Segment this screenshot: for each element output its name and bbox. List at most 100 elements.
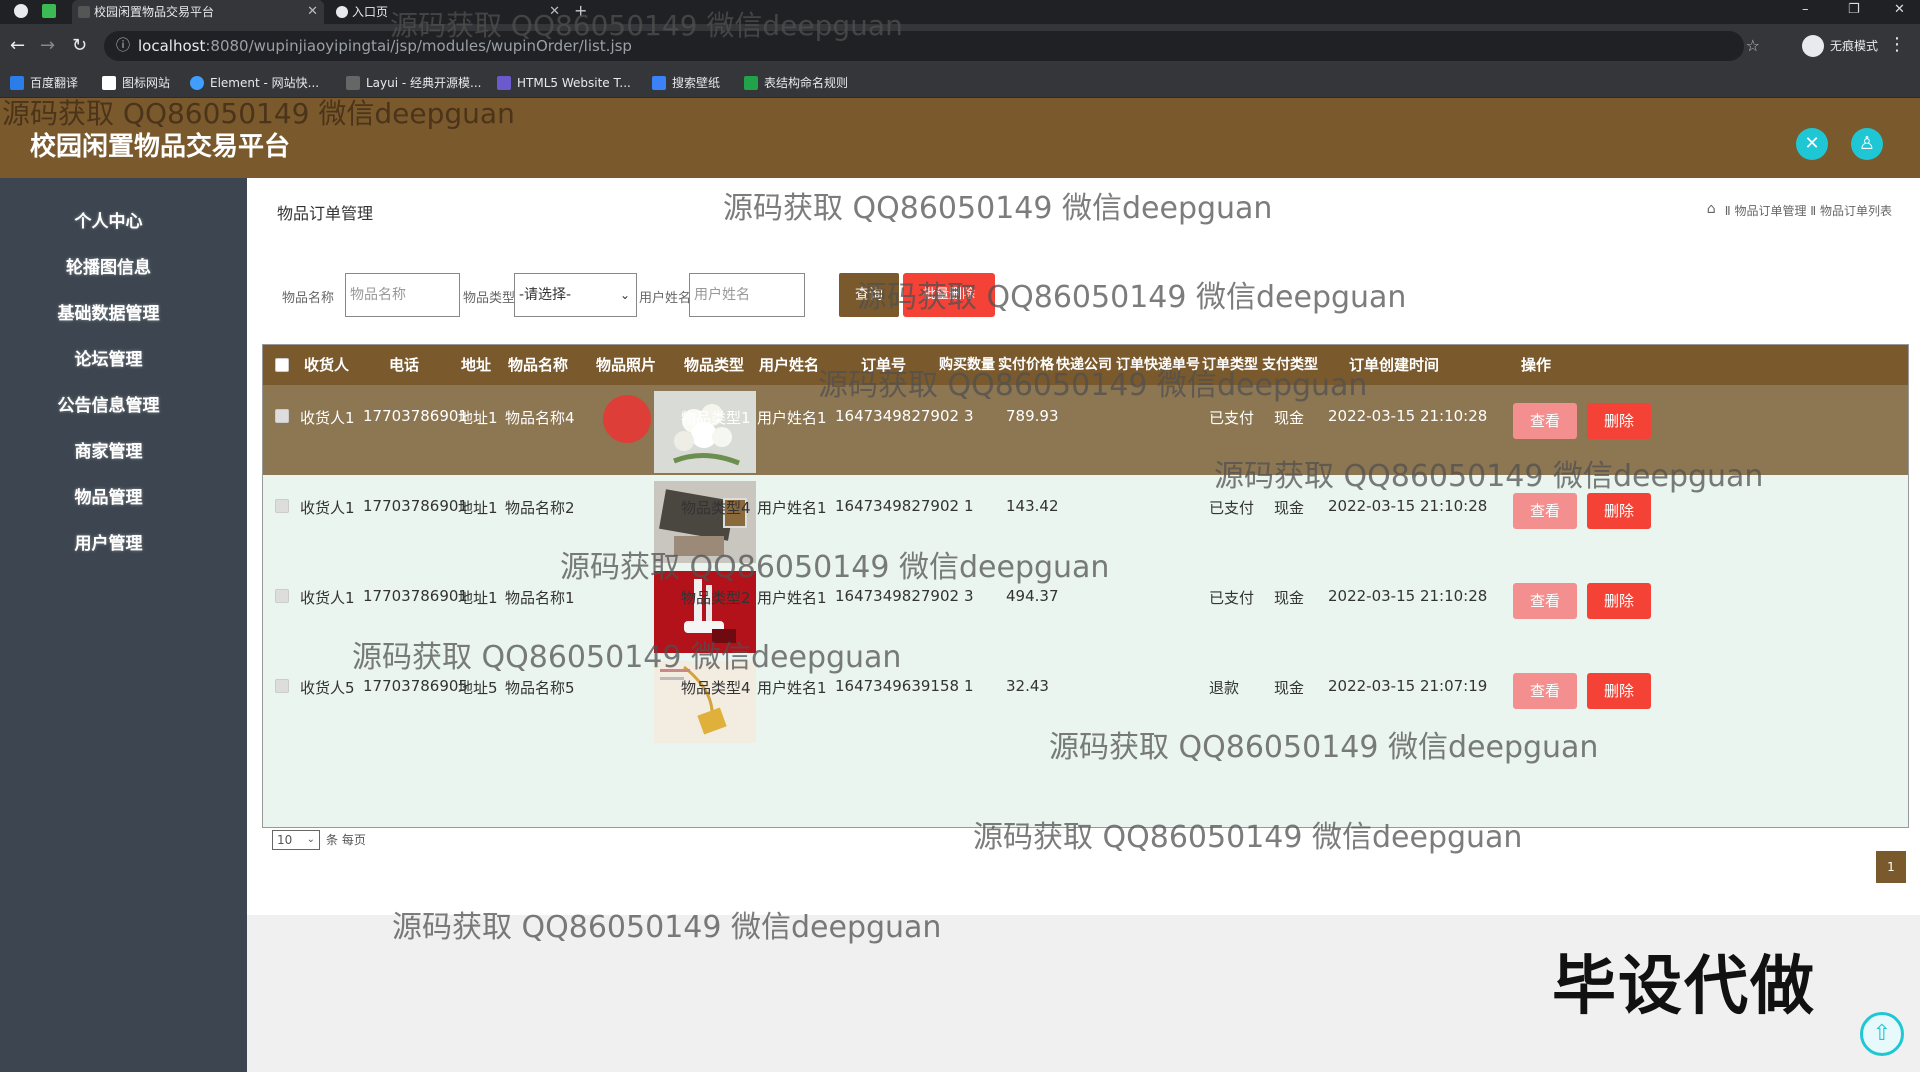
bookmark-item[interactable]: HTML5 Website T... (497, 68, 631, 98)
col-order-type[interactable]: 订单类型 (1202, 345, 1258, 385)
browser-tab-bar: 校园闲置物品交易平台 ✕ 入口页 ✕ + – ❐ ✕ (0, 0, 1920, 24)
sidebar-item-banner[interactable]: 轮播图信息 (0, 248, 217, 288)
name-label: 物品名称 (282, 291, 335, 306)
tab-close-icon[interactable]: ✕ (549, 0, 560, 24)
chrome-icon[interactable] (14, 4, 28, 18)
browser-menu-icon[interactable]: ⋮ (1888, 34, 1906, 55)
tab-close-icon[interactable]: ✕ (307, 0, 318, 24)
col-type[interactable]: 物品类型 (684, 345, 744, 385)
sidebar-item-profile[interactable]: 个人中心 (0, 202, 217, 242)
table-row[interactable]: 收货人1 17703786901 地址1 物品名称1 物品类型2 用户姓名1 1… (263, 565, 1908, 655)
col-tracking[interactable]: 订单快递单号 (1116, 345, 1200, 385)
bookmark-item[interactable]: 搜索壁纸 (652, 68, 720, 98)
reload-icon[interactable]: ↻ (72, 34, 87, 58)
row-checkbox[interactable] (275, 589, 289, 603)
bookmark-item[interactable]: Element - 网站快... (190, 68, 319, 98)
bookmark-star-icon[interactable]: ☆ (1746, 36, 1760, 55)
bookmark-item[interactable]: Layui - 经典开源模... (346, 68, 481, 98)
delete-button[interactable]: 删除 (1587, 403, 1651, 439)
cell-name: 物品名称2 (505, 499, 575, 517)
window-close-button[interactable]: ✕ (1894, 0, 1905, 20)
cell-type: 物品类型2 (681, 589, 751, 607)
col-photo[interactable]: 物品照片 (596, 345, 656, 385)
type-select-value: -请选择- (519, 287, 572, 303)
forward-arrow-icon[interactable]: → (40, 34, 55, 58)
restore-button[interactable]: ❐ (1848, 0, 1860, 20)
incognito-indicator[interactable]: 无痕模式 (1801, 33, 1878, 59)
url-input[interactable]: ⓘ localhost:8080/wupinjiaoyipingtai/jsp/… (104, 31, 1744, 61)
cell-receiver: 收货人5 (300, 679, 355, 697)
cell-qty: 3 (964, 587, 974, 605)
col-name[interactable]: 物品名称 (508, 345, 568, 385)
table-row[interactable]: 收货人5 17703786905 地址5 物品名称5 物品类型4 用户姓名1 1… (263, 655, 1908, 745)
cell-pay: 现金 (1274, 589, 1305, 607)
delete-button[interactable]: 删除 (1587, 493, 1651, 529)
page-button-current[interactable]: 1 (1876, 851, 1906, 883)
app-title: 校园闲置物品交易平台 (30, 132, 291, 162)
col-pay-type[interactable]: 支付类型 (1262, 345, 1318, 385)
delete-button[interactable]: 删除 (1587, 673, 1651, 709)
cell-pay: 现金 (1274, 409, 1305, 427)
row-checkbox[interactable] (275, 409, 289, 423)
sidebar-item-users[interactable]: 用户管理 (0, 524, 217, 564)
col-receiver[interactable]: 收货人 (304, 345, 349, 385)
back-arrow-icon[interactable]: ← (10, 34, 25, 58)
col-price[interactable]: 实付价格 (998, 345, 1054, 385)
cell-address: 地址5 (458, 679, 498, 697)
table-row[interactable]: 收货人1 17703786901 地址1 物品名称2 物品类型4 用户姓名1 1… (263, 475, 1908, 565)
app-shortcut-icon[interactable] (42, 4, 56, 18)
user-icon[interactable]: ♙ (1851, 128, 1883, 160)
col-phone[interactable]: 电话 (389, 345, 419, 385)
view-button[interactable]: 查看 (1513, 583, 1577, 619)
sidebar-item-notice[interactable]: 公告信息管理 (0, 386, 217, 426)
home-icon[interactable]: ⌂ (1707, 201, 1716, 217)
page-size-suffix: 条 每页 (326, 833, 366, 847)
back-to-top-icon[interactable]: ⇧ (1860, 1012, 1904, 1056)
cell-phone: 17703786901 (363, 407, 468, 425)
content-panel: 物品订单管理 ⌂ Ⅱ 物品订单管理 Ⅱ 物品订单列表 物品名称 物品名称 物品类… (247, 178, 1920, 915)
col-user[interactable]: 用户姓名 (759, 345, 819, 385)
row-checkbox[interactable] (275, 499, 289, 513)
type-select[interactable]: -请选择- ⌄ (514, 273, 637, 317)
sidebar-item-merchant[interactable]: 商家管理 (0, 432, 217, 472)
query-button[interactable]: 查询 (839, 273, 899, 317)
col-address[interactable]: 地址 (461, 345, 491, 385)
tab-platform[interactable]: 校园闲置物品交易平台 ✕ (72, 0, 324, 24)
batch-delete-button[interactable]: 批量删除 (903, 273, 995, 317)
col-order-no[interactable]: 订单号 (861, 345, 906, 385)
page-size-select[interactable]: 10 ⌄ (272, 830, 320, 850)
cell-qty: 1 (964, 677, 974, 695)
col-courier[interactable]: 快递公司 (1056, 345, 1112, 385)
user-search-input[interactable]: 用户姓名 (689, 273, 805, 317)
close-circle-icon[interactable]: ✕ (1796, 128, 1828, 160)
breadcrumb-text[interactable]: Ⅱ 物品订单管理 Ⅱ 物品订单列表 (1725, 204, 1892, 218)
cell-price: 143.42 (1006, 497, 1059, 515)
site-info-icon[interactable]: ⓘ (116, 31, 130, 61)
col-created[interactable]: 订单创建时间 (1349, 345, 1439, 385)
view-button[interactable]: 查看 (1513, 403, 1577, 439)
minimize-button[interactable]: – (1802, 0, 1809, 20)
bookmark-item[interactable]: 图标网站 (102, 68, 170, 98)
new-tab-button[interactable]: + (574, 0, 587, 22)
sidebar-item-forum[interactable]: 论坛管理 (0, 340, 217, 380)
cell-type: 物品类型4 (681, 679, 751, 697)
sidebar-item-basic-data[interactable]: 基础数据管理 (0, 294, 217, 334)
cell-order-no: 1647349639158 (835, 677, 960, 695)
tab-entry[interactable]: 入口页 ✕ (330, 0, 566, 24)
delete-button[interactable]: 删除 (1587, 583, 1651, 619)
bookmark-item[interactable]: 表结构命名规则 (744, 68, 848, 98)
table-row[interactable]: 收货人1 17703786901 地址1 物品名称4 物品类型1 用户姓名1 1… (263, 385, 1908, 475)
name-search-input[interactable]: 物品名称 (345, 273, 460, 317)
select-all-checkbox[interactable] (275, 358, 289, 372)
cell-user: 用户姓名1 (757, 409, 827, 427)
bookmark-item[interactable]: 百度翻译 (10, 68, 78, 98)
cell-pay: 现金 (1274, 679, 1305, 697)
row-checkbox[interactable] (275, 679, 289, 693)
order-table: 收货人 电话 地址 物品名称 物品照片 物品类型 用户姓名 订单号 购买数量 实… (262, 344, 1909, 828)
cell-pay: 现金 (1274, 499, 1305, 517)
col-qty[interactable]: 购买数量 (939, 345, 995, 385)
view-button[interactable]: 查看 (1513, 493, 1577, 529)
sidebar-item-goods[interactable]: 物品管理 (0, 478, 217, 518)
cursor-highlight (603, 395, 651, 443)
view-button[interactable]: 查看 (1513, 673, 1577, 709)
